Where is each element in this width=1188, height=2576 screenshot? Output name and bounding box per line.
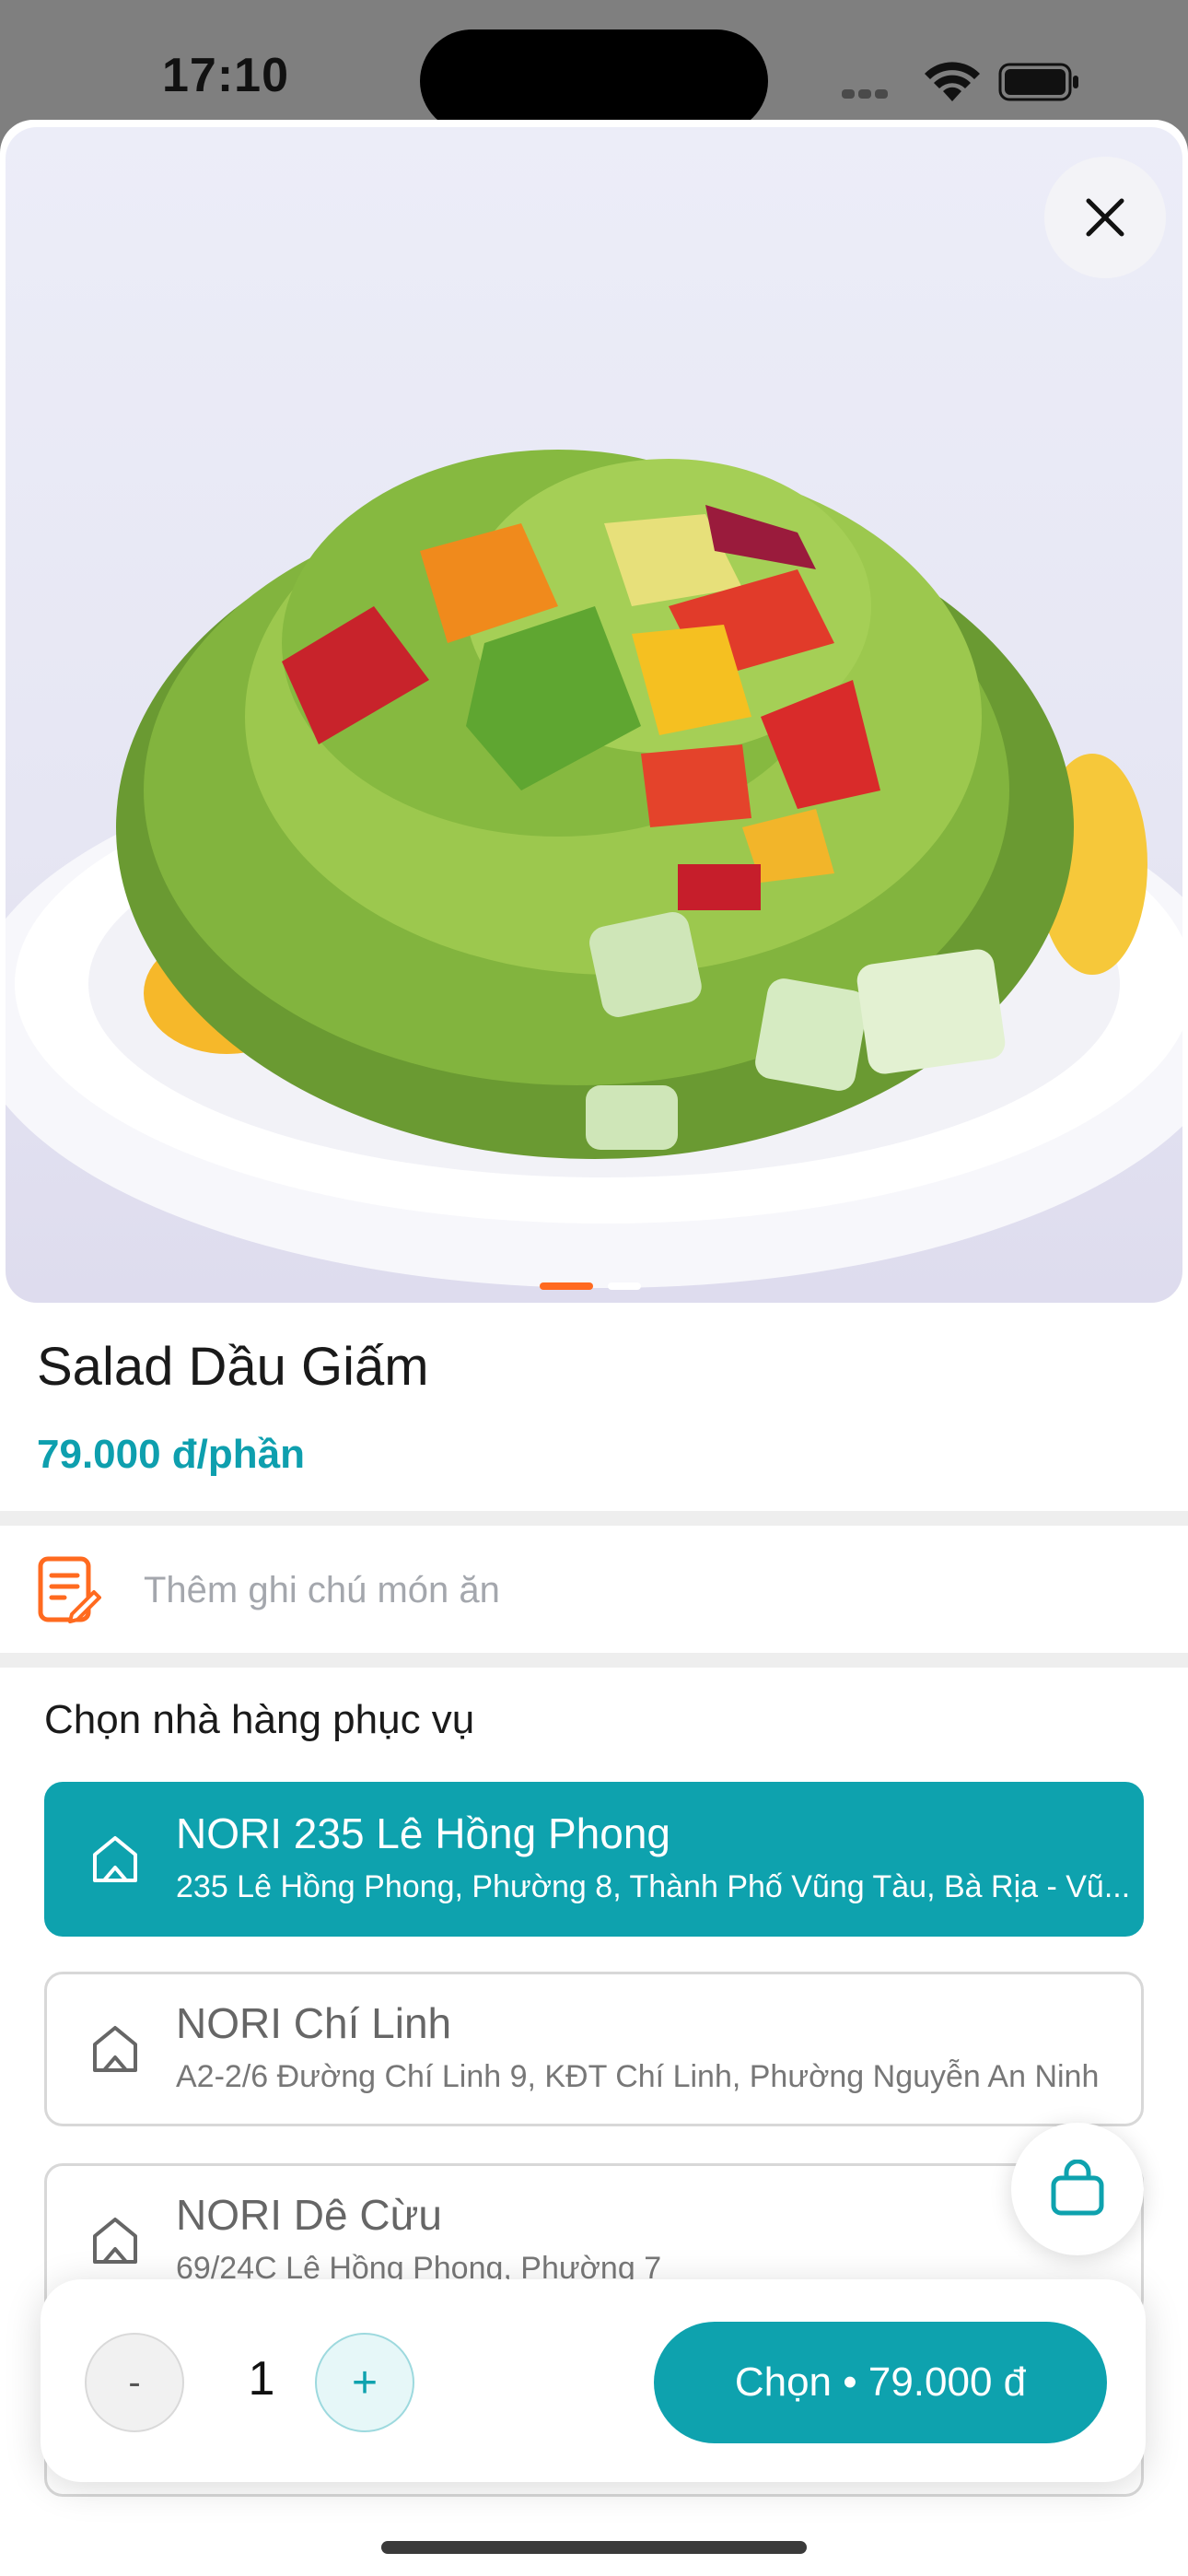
close-button[interactable] bbox=[1044, 157, 1166, 278]
note-placeholder: Thêm ghi chú món ăn bbox=[144, 1570, 500, 1610]
store-name: NORI 235 Lê Hồng Phong bbox=[176, 1809, 671, 1857]
product-sheet: Salad Dầu Giấm 79.000 đ/phần Thêm ghi ch… bbox=[0, 120, 1188, 2576]
store-address: 235 Lê Hồng Phong, Phường 8, Thành Phố V… bbox=[176, 1869, 1131, 1904]
divider bbox=[0, 1511, 1188, 1526]
store-location-icon bbox=[93, 1836, 137, 1882]
store-name: NORI Dê Cừu bbox=[176, 2191, 442, 2239]
product-name: Salad Dầu Giấm bbox=[37, 1337, 429, 1397]
store-name: NORI Chí Linh bbox=[176, 1999, 452, 2047]
store-location-icon bbox=[93, 2218, 137, 2264]
wifi-icon bbox=[925, 62, 980, 101]
note-row[interactable]: Thêm ghi chú món ăn bbox=[0, 1529, 1188, 1653]
salad-illustration bbox=[6, 450, 1182, 1288]
store-option[interactable]: NORI Chí Linh A2-2/6 Đường Chí Linh 9, K… bbox=[44, 1972, 1144, 2126]
note-edit-icon bbox=[38, 1556, 101, 1623]
quantity-value: 1 bbox=[248, 2352, 275, 2406]
decrease-quantity-button[interactable]: - bbox=[85, 2333, 184, 2432]
carousel-indicator bbox=[540, 1282, 641, 1290]
store-section-title: Chọn nhà hàng phục vụ bbox=[44, 1697, 475, 1742]
increase-quantity-button[interactable]: + bbox=[315, 2333, 414, 2432]
dynamic-island bbox=[420, 29, 768, 133]
product-price: 79.000 đ/phần bbox=[37, 1432, 306, 1477]
signal-icon bbox=[842, 87, 906, 99]
store-option-selected[interactable]: NORI 235 Lê Hồng Phong 235 Lê Hồng Phong… bbox=[44, 1782, 1144, 1937]
battery-icon bbox=[998, 63, 1078, 101]
choose-button[interactable]: Chọn • 79.000 đ bbox=[654, 2322, 1107, 2443]
store-address: A2-2/6 Đường Chí Linh 9, KĐT Chí Linh, P… bbox=[176, 2059, 1100, 2094]
close-icon bbox=[1086, 198, 1124, 237]
status-time: 17:10 bbox=[162, 49, 289, 102]
status-bar: 17:10 bbox=[0, 0, 1188, 133]
carousel-dot-active bbox=[540, 1282, 593, 1290]
shopping-bag-icon bbox=[1051, 2160, 1104, 2216]
product-image[interactable] bbox=[6, 127, 1182, 1303]
add-to-cart-bar: - 1 + Chọn • 79.000 đ bbox=[41, 2279, 1146, 2482]
store-location-icon bbox=[93, 2026, 137, 2072]
divider bbox=[0, 1653, 1188, 1668]
cart-button[interactable] bbox=[1011, 2123, 1144, 2255]
home-indicator bbox=[381, 2541, 807, 2554]
carousel-dot bbox=[608, 1282, 641, 1290]
